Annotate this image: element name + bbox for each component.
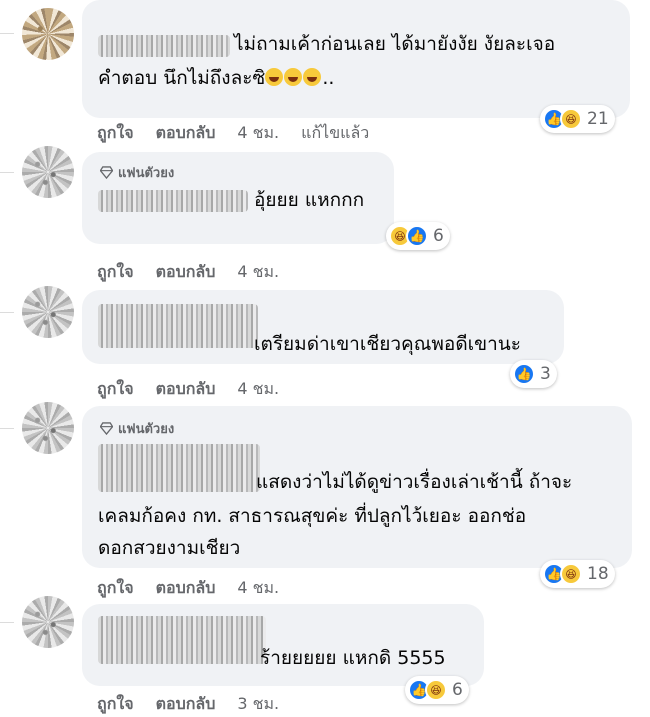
reply-link[interactable]: ตอบกลับ (156, 377, 216, 402)
badge-label: แฟนตัวยง (118, 422, 175, 437)
thumbs-up-icon: 👍 (406, 225, 428, 247)
comment-text-line: ไม่ถามเค้าก่อนเลย ได้มายังงัย งัยละเจอ (234, 33, 556, 55)
laughing-face-icon (265, 68, 284, 86)
reaction-count: 6 (452, 680, 463, 700)
thread-connector (0, 428, 14, 429)
reaction-count: 21 (587, 109, 609, 129)
reply-link[interactable]: ตอบกลับ (156, 260, 216, 285)
timestamp[interactable]: 3 ชม. (237, 692, 279, 717)
reply-link[interactable]: ตอบกลับ (156, 576, 216, 601)
like-link[interactable]: ถูกใจ (97, 121, 134, 146)
reaction-count: 6 (433, 226, 444, 246)
commenter-name-redacted[interactable] (98, 304, 258, 348)
commenter-name-redacted[interactable] (98, 35, 230, 57)
thread-connector (0, 312, 14, 313)
laughing-face-icon: 😆 (425, 679, 447, 701)
commenter-name-redacted[interactable] (98, 444, 260, 492)
like-link[interactable]: ถูกใจ (97, 260, 134, 285)
top-fan-badge: แฟนตัวยง (100, 162, 174, 183)
comment-text-line: ดอกสวยงามเชียว (98, 537, 241, 559)
reaction-summary[interactable]: 👍 😆 18 (540, 560, 615, 588)
comment-text-line: อุ้ยยย แหกกก (254, 189, 365, 211)
laughing-face-icon: 😆 (560, 108, 582, 130)
comment-bubble: เตรียมด่าเขาเชียวคุณพอดีเขานะ (82, 290, 564, 364)
comment-actions: ถูกใจ ตอบกลับ 4 ชม. (97, 260, 279, 285)
comment-bubble: ไม่ถามเค้าก่อนเลย ได้มายังงัย งัยละเจอ ค… (82, 0, 630, 118)
comment-text-line: เคลมก้อคง กท. สาธารณสุขค่ะ ที่ปลูกไว้เยอ… (98, 505, 527, 527)
commenter-name-redacted[interactable] (98, 616, 266, 664)
reaction-count: 18 (587, 564, 609, 584)
commenter-name-redacted[interactable] (98, 190, 248, 212)
like-link[interactable]: ถูกใจ (97, 377, 134, 402)
thumbs-up-icon: 👍 (513, 363, 535, 385)
thread-connector (0, 622, 14, 623)
comment-text-line: คำตอบ นึกไม่ถึงละซิ.. (98, 67, 335, 89)
reaction-summary[interactable]: 👍 😆 21 (540, 105, 615, 133)
thread-connector (0, 172, 14, 173)
timestamp[interactable]: 4 ชม. (237, 576, 279, 601)
comment-text-line: ร้ายยยยย แหกดิ 5555 (260, 647, 446, 669)
timestamp[interactable]: 4 ชม. (237, 260, 279, 285)
thread-connector (0, 33, 14, 34)
top-fan-badge: แฟนตัวยง (100, 418, 174, 439)
comment-actions: ถูกใจ ตอบกลับ 4 ชม. แก้ไขแล้ว (97, 121, 369, 146)
comment-text-line: เตรียมด่าเขาเชียวคุณพอดีเขานะ (254, 333, 522, 355)
comment-bubble: ร้ายยยยย แหกดิ 5555 (82, 604, 484, 686)
timestamp[interactable]: 4 ชม. (237, 121, 279, 146)
comment-actions: ถูกใจ ตอบกลับ 4 ชม. (97, 377, 279, 402)
avatar[interactable] (22, 596, 74, 648)
timestamp[interactable]: 4 ชม. (237, 377, 279, 402)
comment-text-line: แสดงว่าไม่ได้ดูข่าวเรื่องเล่าเช้านี้ ถ้า… (256, 471, 573, 493)
diamond-icon (100, 422, 113, 435)
laughing-face-icon: 😆 (560, 563, 582, 585)
reaction-summary[interactable]: 👍 3 (510, 360, 557, 388)
laughing-face-icon (284, 68, 303, 86)
edited-label: แก้ไขแล้ว (301, 123, 370, 142)
avatar[interactable] (22, 8, 74, 60)
reply-link[interactable]: ตอบกลับ (156, 692, 216, 717)
reply-link[interactable]: ตอบกลับ (156, 121, 216, 146)
reaction-summary[interactable]: 👍 😆 6 (405, 676, 469, 704)
reaction-summary[interactable]: 😆 👍 6 (386, 222, 450, 250)
comment-actions: ถูกใจ ตอบกลับ 4 ชม. (97, 576, 279, 601)
laughing-face-icon (303, 68, 322, 86)
avatar[interactable] (22, 286, 74, 338)
badge-label: แฟนตัวยง (118, 166, 175, 181)
diamond-icon (100, 166, 113, 179)
comment-actions: ถูกใจ ตอบกลับ 3 ชม. (97, 692, 279, 717)
like-link[interactable]: ถูกใจ (97, 576, 134, 601)
avatar[interactable] (22, 402, 74, 454)
reaction-count: 3 (540, 364, 551, 384)
like-link[interactable]: ถูกใจ (97, 692, 134, 717)
avatar[interactable] (22, 146, 74, 198)
